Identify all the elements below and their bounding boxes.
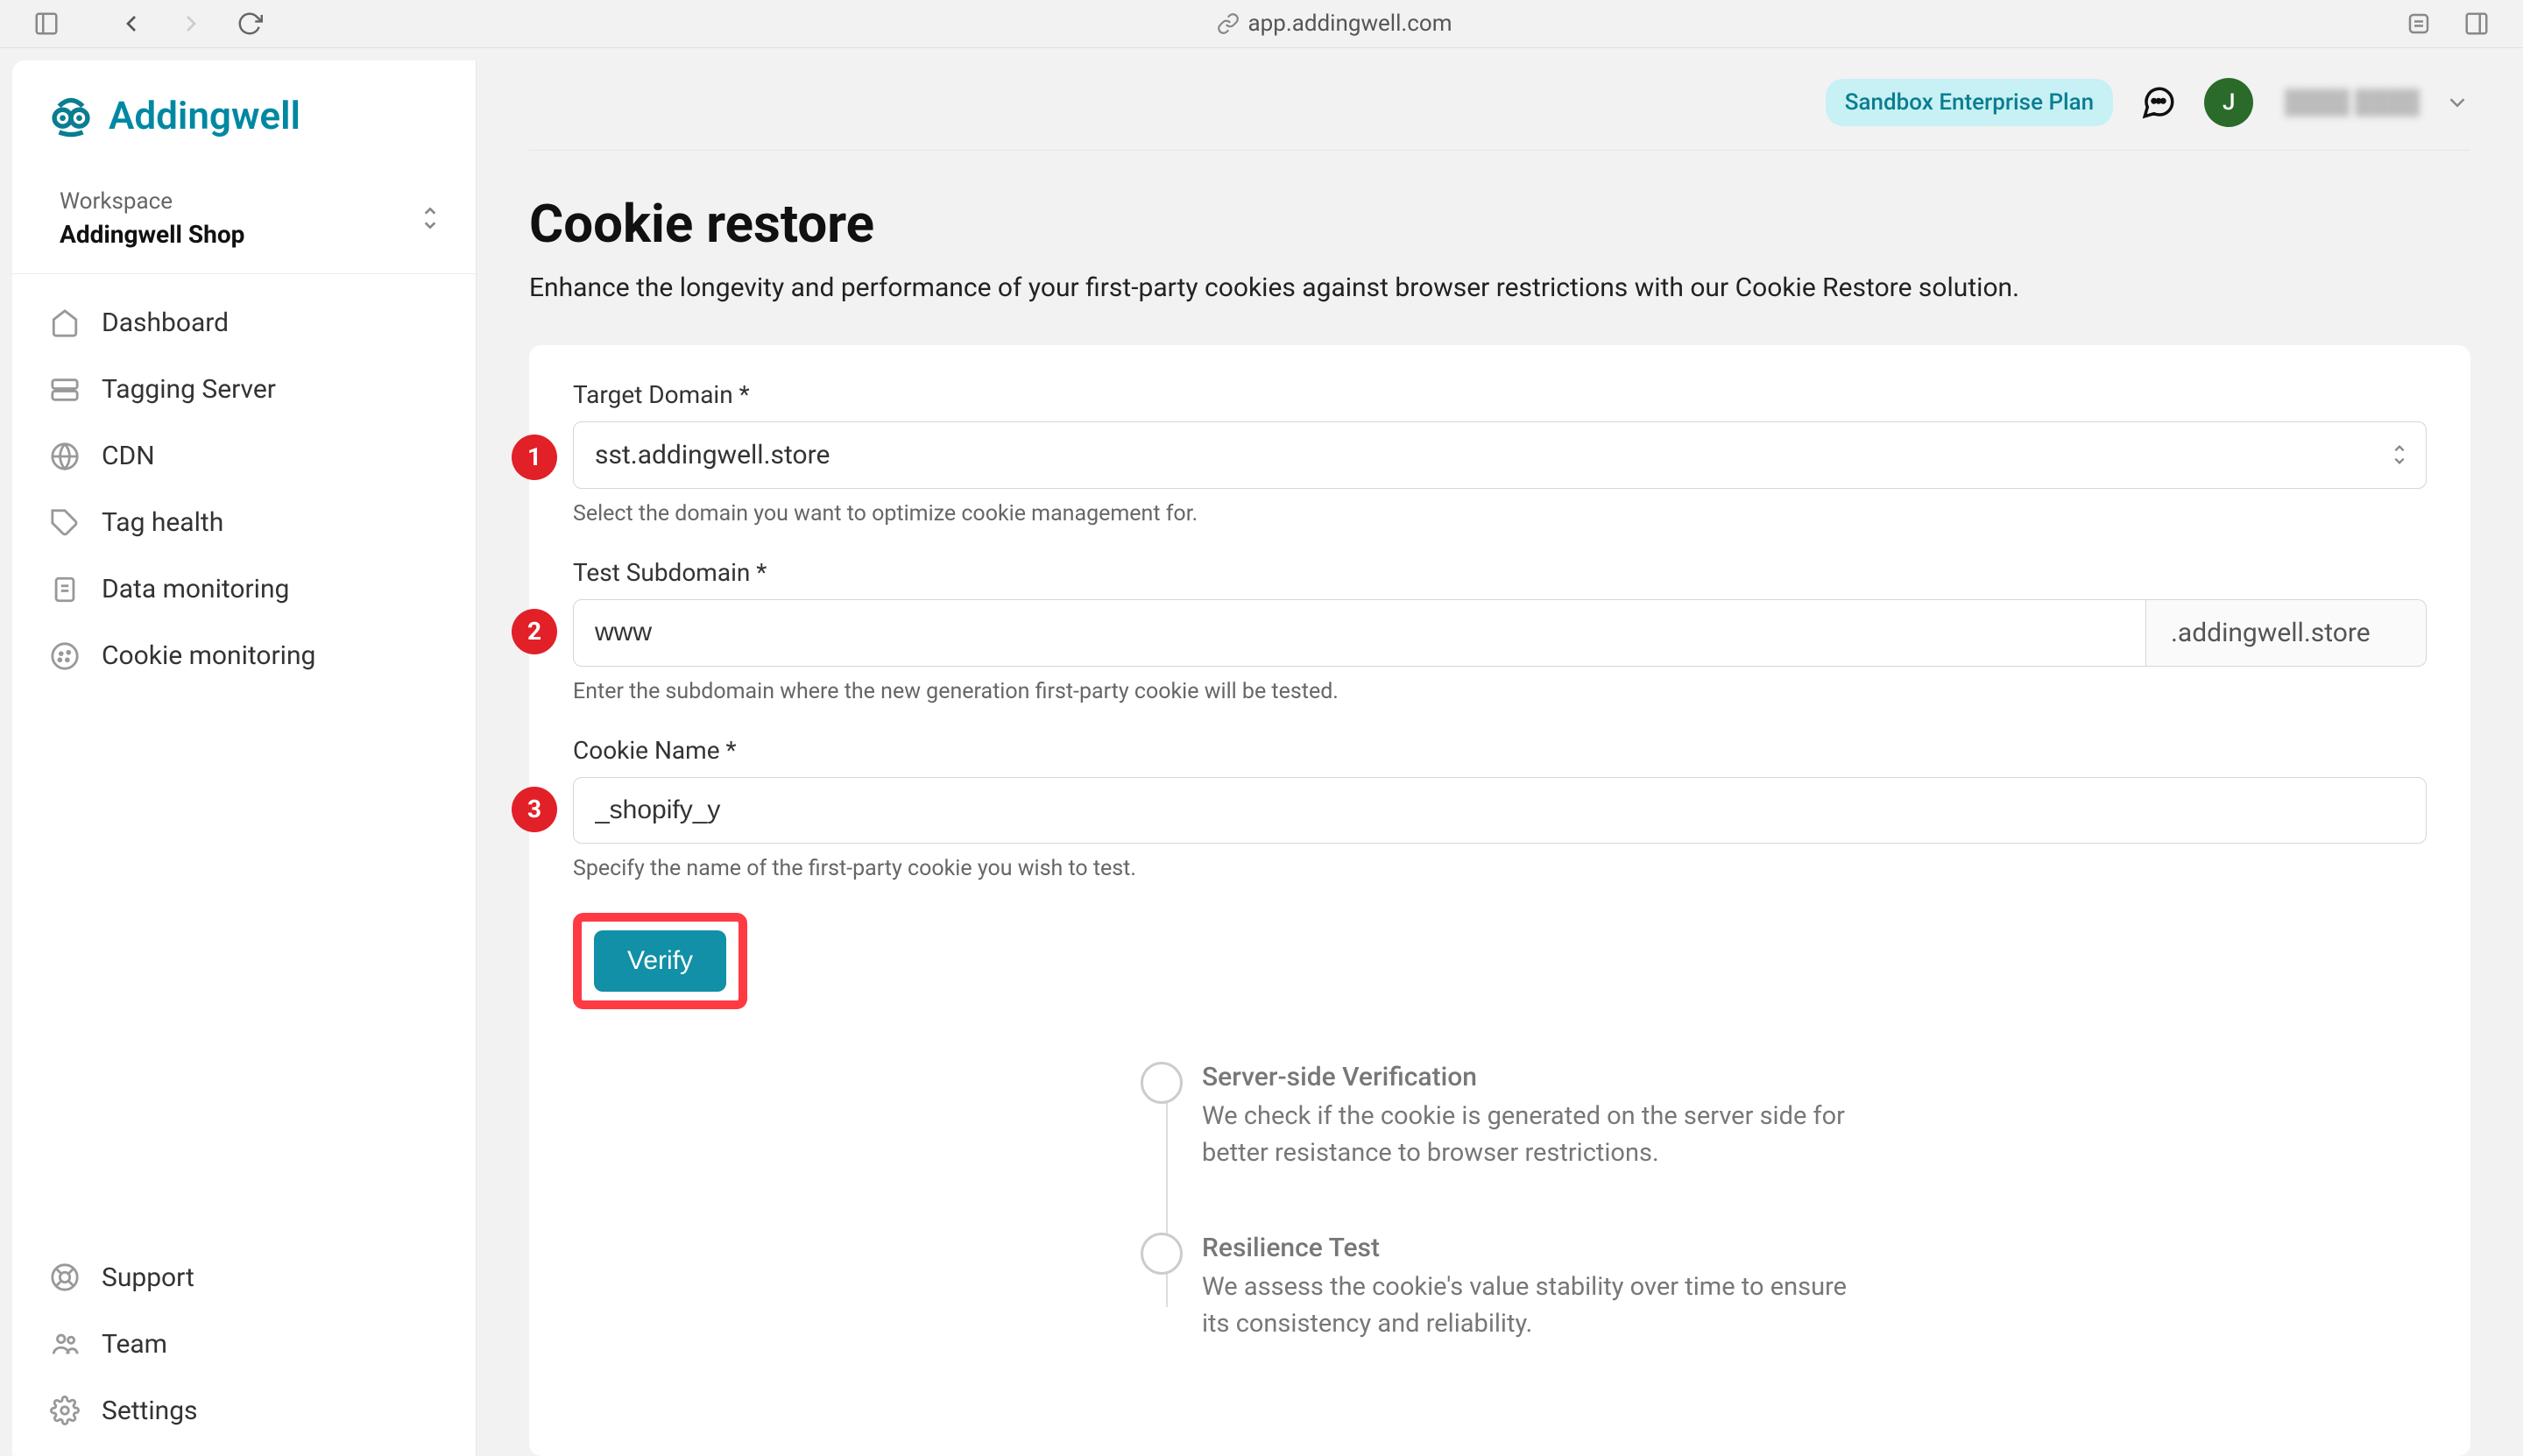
back-icon[interactable]: [110, 3, 152, 45]
nav-bottom: Support Team Settings: [12, 1232, 476, 1456]
globe-icon: [49, 441, 81, 472]
topbar: Sandbox Enterprise Plan J ████ ████: [529, 60, 2470, 151]
sidebar-item-cdn[interactable]: CDN: [25, 423, 463, 490]
sidebar-item-data-monitoring[interactable]: Data monitoring: [25, 556, 463, 623]
brand-name: Addingwell: [109, 93, 300, 138]
workspace-switcher[interactable]: Workspace Addingwell Shop: [12, 164, 476, 274]
cookie-icon: [49, 640, 81, 672]
sidebar-item-label: Tag health: [102, 507, 223, 538]
step-title: Resilience Test: [1202, 1233, 1859, 1263]
chevron-updown-icon: [420, 204, 441, 232]
server-icon: [49, 374, 81, 406]
tag-icon: [49, 507, 81, 539]
select-value: sst.addingwell.store: [595, 440, 830, 470]
field-target-domain: 1 Target Domain * sst.addingwell.store S…: [573, 380, 2427, 527]
lifebuoy-icon: [49, 1262, 81, 1293]
sidebar-item-label: Settings: [102, 1396, 198, 1426]
chevron-down-icon[interactable]: [2444, 89, 2470, 116]
workspace-name: Addingwell Shop: [60, 220, 244, 249]
gear-icon: [49, 1395, 81, 1426]
clipboard-icon: [49, 574, 81, 605]
field-help: Enter the subdomain where the new genera…: [573, 679, 2427, 704]
verify-highlight: Verify: [573, 913, 747, 1009]
sidebar-item-label: Tagging Server: [102, 374, 276, 405]
sidebar-item-label: CDN: [102, 441, 155, 471]
field-label: Test Subdomain *: [573, 558, 2427, 587]
step-desc: We check if the cookie is generated on t…: [1202, 1098, 1859, 1171]
sidebar-item-label: Cookie monitoring: [102, 640, 315, 671]
target-domain-select[interactable]: sst.addingwell.store: [573, 421, 2427, 489]
sidebar-item-label: Data monitoring: [102, 574, 289, 604]
field-test-subdomain: 2 Test Subdomain * .addingwell.store Ent…: [573, 558, 2427, 704]
verification-steps: Server-side Verification We check if the…: [1141, 1062, 1859, 1342]
username: ████ ████: [2285, 88, 2420, 116]
step-badge-2: 2: [512, 609, 557, 654]
avatar[interactable]: J: [2204, 78, 2253, 127]
sidebar-item-dashboard[interactable]: Dashboard: [25, 290, 463, 357]
step-circle-icon: [1141, 1233, 1183, 1275]
sidebar-item-settings[interactable]: Settings: [25, 1377, 463, 1444]
subdomain-suffix: .addingwell.store: [2146, 599, 2427, 667]
sidebar-item-support[interactable]: Support: [25, 1244, 463, 1311]
field-cookie-name: 3 Cookie Name * Specify the name of the …: [573, 736, 2427, 881]
step-server-side: Server-side Verification We check if the…: [1202, 1062, 1859, 1171]
nav-list: Dashboard Tagging Server CDN Tag health …: [12, 274, 476, 1232]
page-title: Cookie restore: [529, 193, 2470, 255]
link-icon: [1217, 12, 1240, 35]
step-connector: [1166, 1097, 1168, 1307]
page-subtitle: Enhance the longevity and performance of…: [529, 272, 2470, 303]
step-resilience: Resilience Test We assess the cookie's v…: [1202, 1233, 1859, 1342]
address-bar[interactable]: app.addingwell.com: [1217, 11, 1452, 37]
sidebar-toggle-icon[interactable]: [26, 4, 67, 44]
plan-badge[interactable]: Sandbox Enterprise Plan: [1826, 79, 2113, 126]
sidebar-item-cookie-monitoring[interactable]: Cookie monitoring: [25, 623, 463, 689]
reader-icon[interactable]: [2399, 4, 2439, 44]
workspace-label: Workspace: [60, 188, 244, 215]
sidebar-item-label: Team: [102, 1329, 167, 1360]
sidebar-item-label: Dashboard: [102, 307, 229, 338]
main-content: Sandbox Enterprise Plan J ████ ████ Cook…: [477, 60, 2523, 1456]
subdomain-input[interactable]: [573, 599, 2146, 667]
field-label: Cookie Name *: [573, 736, 2427, 765]
logo-icon: [47, 92, 95, 139]
form-card: 1 Target Domain * sst.addingwell.store S…: [529, 345, 2470, 1456]
brand-logo[interactable]: Addingwell: [12, 60, 476, 164]
sidebar: Addingwell Workspace Addingwell Shop Das…: [12, 60, 477, 1456]
step-badge-3: 3: [512, 787, 557, 832]
reload-icon[interactable]: [230, 4, 270, 44]
sidebar-item-team[interactable]: Team: [25, 1311, 463, 1377]
forward-icon: [170, 3, 212, 45]
browser-toolbar: app.addingwell.com: [0, 0, 2523, 48]
step-desc: We assess the cookie's value stability o…: [1202, 1269, 1859, 1342]
sidebar-item-label: Support: [102, 1262, 194, 1293]
chat-icon[interactable]: [2138, 81, 2180, 124]
sidebar-item-tag-health[interactable]: Tag health: [25, 490, 463, 556]
field-help: Select the domain you want to optimize c…: [573, 501, 2427, 527]
step-title: Server-side Verification: [1202, 1062, 1859, 1092]
chevron-updown-icon: [2391, 442, 2408, 467]
team-icon: [49, 1328, 81, 1360]
field-label: Target Domain *: [573, 380, 2427, 409]
step-circle-icon: [1141, 1062, 1183, 1104]
home-icon: [49, 307, 81, 339]
cookie-name-input[interactable]: [573, 777, 2427, 844]
step-badge-1: 1: [512, 435, 557, 480]
sidebar-item-tagging-server[interactable]: Tagging Server: [25, 357, 463, 423]
field-help: Specify the name of the first-party cook…: [573, 856, 2427, 881]
verify-button[interactable]: Verify: [594, 930, 726, 992]
url-text: app.addingwell.com: [1248, 11, 1452, 37]
tabs-icon[interactable]: [2456, 4, 2497, 44]
